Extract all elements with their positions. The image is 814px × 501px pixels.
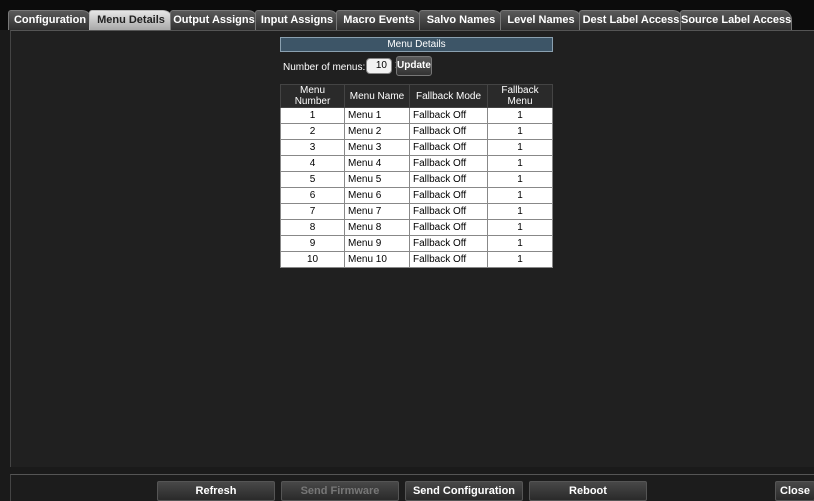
fallback-menu-cell[interactable]: 1: [487, 187, 553, 204]
menu-name-cell[interactable]: Menu 6: [344, 187, 410, 204]
table-row: 8 Menu 8 Fallback Off 1: [280, 219, 553, 236]
menu-number-cell[interactable]: 1: [280, 107, 345, 124]
menu-number-cell[interactable]: 9: [280, 235, 345, 252]
tab-output-assigns[interactable]: Output Assigns: [170, 10, 258, 30]
fallback-mode-cell[interactable]: Fallback Off: [409, 187, 488, 204]
menu-number-cell[interactable]: 6: [280, 187, 345, 204]
menu-number-cell[interactable]: 7: [280, 203, 345, 220]
table-row: 3 Menu 3 Fallback Off 1: [280, 139, 553, 156]
table-row: 4 Menu 4 Fallback Off 1: [280, 155, 553, 172]
fallback-menu-cell[interactable]: 1: [487, 171, 553, 188]
fallback-mode-cell[interactable]: Fallback Off: [409, 123, 488, 140]
menu-name-cell[interactable]: Menu 7: [344, 203, 410, 220]
table-row: 6 Menu 6 Fallback Off 1: [280, 187, 553, 204]
fallback-menu-cell[interactable]: 1: [487, 139, 553, 156]
menu-name-cell[interactable]: Menu 1: [344, 107, 410, 124]
fallback-menu-cell[interactable]: 1: [487, 107, 553, 124]
menu-name-cell[interactable]: Menu 9: [344, 235, 410, 252]
header-fallback-menu[interactable]: Fallback Menu: [487, 84, 553, 108]
table-row: 10 Menu 10 Fallback Off 1: [280, 251, 553, 268]
fallback-mode-cell[interactable]: Fallback Off: [409, 155, 488, 172]
number-of-menus-input[interactable]: 10: [366, 58, 392, 74]
fallback-menu-cell[interactable]: 1: [487, 251, 553, 268]
table-row: 7 Menu 7 Fallback Off 1: [280, 203, 553, 220]
fallback-mode-cell[interactable]: Fallback Off: [409, 235, 488, 252]
tab-salvo-names[interactable]: Salvo Names: [419, 10, 503, 30]
menu-name-cell[interactable]: Menu 2: [344, 123, 410, 140]
fallback-menu-cell[interactable]: 1: [487, 155, 553, 172]
menu-name-cell[interactable]: Menu 8: [344, 219, 410, 236]
send-configuration-button[interactable]: Send Configuration: [405, 481, 523, 501]
menu-number-cell[interactable]: 8: [280, 219, 345, 236]
send-firmware-button[interactable]: Send Firmware: [281, 481, 399, 501]
tab-macro-events[interactable]: Macro Events: [336, 10, 422, 30]
panel-title: Menu Details: [280, 37, 553, 52]
close-button[interactable]: Close: [775, 481, 814, 501]
fallback-mode-cell[interactable]: Fallback Off: [409, 219, 488, 236]
fallback-menu-cell[interactable]: 1: [487, 219, 553, 236]
main-panel: Menu Details Number of menus: 10 ▲▼ Upda…: [10, 30, 814, 467]
table-row: 2 Menu 2 Fallback Off 1: [280, 123, 553, 140]
menu-table: Menu Number Menu Name Fallback Mode Fall…: [280, 84, 553, 268]
bottom-toolbar: Refresh Send Firmware Send Configuration…: [10, 474, 814, 501]
table-row: 9 Menu 9 Fallback Off 1: [280, 235, 553, 252]
reboot-button[interactable]: Reboot: [529, 481, 647, 501]
fallback-mode-cell[interactable]: Fallback Off: [409, 203, 488, 220]
tab-strip: Configuration Menu Details Output Assign…: [0, 0, 814, 30]
header-fallback-mode[interactable]: Fallback Mode: [409, 84, 488, 108]
menu-name-cell[interactable]: Menu 4: [344, 155, 410, 172]
table-row: 5 Menu 5 Fallback Off 1: [280, 171, 553, 188]
menu-number-cell[interactable]: 2: [280, 123, 345, 140]
header-menu-number[interactable]: Menu Number: [280, 84, 345, 108]
menu-number-cell[interactable]: 3: [280, 139, 345, 156]
refresh-button[interactable]: Refresh: [157, 481, 275, 501]
update-button[interactable]: Update: [396, 56, 432, 76]
number-of-menus-label: Number of menus:: [283, 62, 366, 73]
fallback-mode-cell[interactable]: Fallback Off: [409, 139, 488, 156]
tab-configuration[interactable]: Configuration: [8, 10, 92, 30]
fallback-mode-cell[interactable]: Fallback Off: [409, 171, 488, 188]
menu-name-cell[interactable]: Menu 10: [344, 251, 410, 268]
table-row: 1 Menu 1 Fallback Off 1: [280, 107, 553, 124]
header-menu-name[interactable]: Menu Name: [344, 84, 410, 108]
tab-menu-details[interactable]: Menu Details: [89, 10, 173, 30]
fallback-menu-cell[interactable]: 1: [487, 203, 553, 220]
fallback-menu-cell[interactable]: 1: [487, 123, 553, 140]
menu-number-cell[interactable]: 4: [280, 155, 345, 172]
tab-source-label-access[interactable]: Source Label Access: [680, 10, 792, 30]
menu-number-cell[interactable]: 10: [280, 251, 345, 268]
tab-level-names[interactable]: Level Names: [500, 10, 582, 30]
menu-name-cell[interactable]: Menu 5: [344, 171, 410, 188]
fallback-menu-cell[interactable]: 1: [487, 235, 553, 252]
fallback-mode-cell[interactable]: Fallback Off: [409, 251, 488, 268]
tab-dest-label-access[interactable]: Dest Label Access: [579, 10, 683, 30]
tab-input-assigns[interactable]: Input Assigns: [255, 10, 339, 30]
fallback-mode-cell[interactable]: Fallback Off: [409, 107, 488, 124]
menu-number-cell[interactable]: 5: [280, 171, 345, 188]
menu-name-cell[interactable]: Menu 3: [344, 139, 410, 156]
